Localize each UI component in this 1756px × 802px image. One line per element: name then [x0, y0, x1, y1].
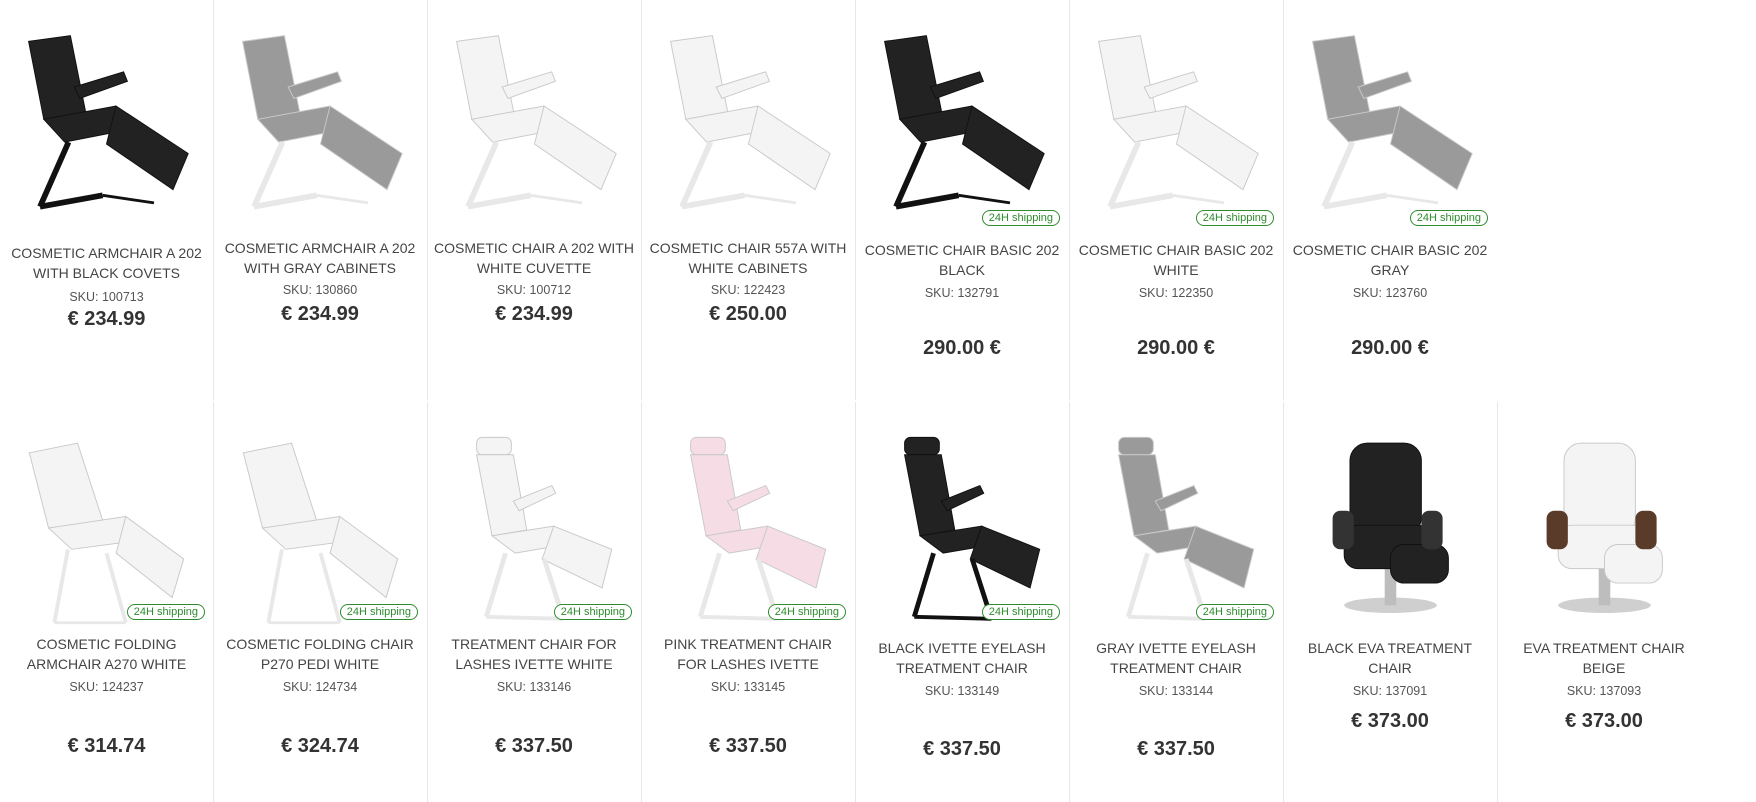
product-card[interactable]: COSMETIC CHAIR A 202 WITH WHITE CUVETTE S…: [427, 0, 640, 400]
product-name[interactable]: COSMETIC FOLDING ARMCHAIR A270 WHITE: [6, 634, 207, 674]
product-price: 290.00 €: [1351, 337, 1429, 359]
product-sku: SKU: 130860: [282, 283, 358, 297]
product-image[interactable]: [652, 430, 845, 630]
product-name[interactable]: BLACK EVA TREATMENT CHAIR: [1290, 638, 1490, 678]
product-card[interactable]: COSMETIC CHAIR 557A WITH WHITE CABINETS S…: [641, 0, 854, 400]
product-price: € 234.99: [281, 303, 359, 325]
product-price: € 234.99: [67, 308, 146, 330]
product-sku: SKU: 132791: [924, 286, 1000, 300]
product-name[interactable]: COSMETIC CHAIR BASIC 202 WHITE: [1076, 240, 1276, 280]
product-name[interactable]: GRAY IVETTE EYELASH TREATMENT CHAIR: [1076, 638, 1276, 678]
product-grid: COSMETIC ARMCHAIR A 202 WITH BLACK COVET…: [0, 0, 1756, 802]
product-card[interactable]: 24H shipping GRAY IVETTE EYELASH TREATMEN…: [1069, 402, 1282, 802]
product-card[interactable]: 24H shipping PINK TREATMENT CHAIR FOR LAS…: [641, 402, 854, 802]
product-name[interactable]: TREATMENT CHAIR FOR LASHES IVETTE WHITE: [434, 634, 634, 674]
product-card[interactable]: BLACK EVA TREATMENT CHAIR SKU: 137091 € 37…: [1283, 402, 1496, 802]
product-image[interactable]: [224, 430, 417, 630]
shipping-badge: 24H shipping: [767, 604, 846, 620]
product-price: € 337.50: [923, 738, 1001, 760]
product-sku: SKU: 100712: [496, 283, 572, 297]
shipping-badge: 24H shipping: [1195, 210, 1274, 226]
product-sku: SKU: 100713: [69, 290, 144, 304]
product-sku: SKU: 122423: [710, 283, 786, 297]
product-card[interactable]: 24H shipping TREATMENT CHAIR FOR LASHES I…: [427, 402, 640, 802]
product-image[interactable]: [1080, 430, 1273, 630]
product-name[interactable]: EVA TREATMENT CHAIR BEIGE: [1504, 638, 1704, 678]
product-price: € 234.99: [495, 303, 573, 325]
shipping-badge: 24H shipping: [981, 604, 1060, 620]
product-name[interactable]: COSMETIC FOLDING CHAIR P270 PEDI WHITE: [220, 634, 420, 674]
product-image[interactable]: [1294, 30, 1487, 220]
product-image[interactable]: [1508, 430, 1701, 630]
product-card[interactable]: 24H shipping COSMETIC FOLDING ARMCHAIR A2…: [0, 402, 213, 802]
product-name[interactable]: COSMETIC ARMCHAIR A 202 WITH GRAY CABINE…: [220, 238, 420, 278]
product-image[interactable]: [652, 30, 845, 220]
product-image[interactable]: [866, 30, 1059, 220]
product-card[interactable]: COSMETIC ARMCHAIR A 202 WITH BLACK COVET…: [0, 0, 213, 400]
product-sku: SKU: 133145: [710, 680, 786, 694]
shipping-badge: 24H shipping: [553, 604, 632, 620]
shipping-badge: 24H shipping: [339, 604, 418, 620]
shipping-badge: 24H shipping: [126, 604, 205, 620]
product-sku: SKU: 133149: [924, 684, 1000, 698]
product-image[interactable]: [866, 430, 1059, 630]
product-price: € 314.74: [67, 735, 146, 757]
product-image[interactable]: [438, 430, 631, 630]
product-sku: SKU: 133144: [1138, 684, 1214, 698]
product-image[interactable]: [224, 30, 417, 220]
product-name[interactable]: PINK TREATMENT CHAIR FOR LASHES IVETTE: [648, 634, 848, 674]
product-price: € 337.50: [1137, 738, 1215, 760]
product-name[interactable]: COSMETIC CHAIR BASIC 202 GRAY: [1290, 240, 1490, 280]
product-image[interactable]: [1080, 30, 1273, 220]
product-sku: SKU: 124237: [69, 680, 144, 694]
product-sku: SKU: 123760: [1352, 286, 1428, 300]
product-card[interactable]: 24H shipping COSMETIC CHAIR BASIC 202 WHI…: [1069, 0, 1282, 400]
shipping-badge: 24H shipping: [1409, 210, 1488, 226]
product-price: € 373.00: [1351, 710, 1429, 732]
product-sku: SKU: 137093: [1566, 684, 1642, 698]
product-name[interactable]: BLACK IVETTE EYELASH TREATMENT CHAIR: [862, 638, 1062, 678]
product-card[interactable]: 24H shipping BLACK IVETTE EYELASH TREATME…: [855, 402, 1068, 802]
product-price: € 324.74: [281, 735, 359, 757]
product-price: € 373.00: [1565, 710, 1643, 732]
product-sku: SKU: 122350: [1138, 286, 1214, 300]
product-name[interactable]: COSMETIC CHAIR A 202 WITH WHITE CUVETTE: [434, 238, 634, 278]
product-price: € 337.50: [709, 735, 787, 757]
product-name[interactable]: COSMETIC CHAIR BASIC 202 BLACK: [862, 240, 1062, 280]
shipping-badge: 24H shipping: [1195, 604, 1274, 620]
product-price: € 250.00: [709, 303, 787, 325]
product-sku: SKU: 133146: [496, 680, 572, 694]
product-image[interactable]: [10, 30, 203, 220]
shipping-badge: 24H shipping: [981, 210, 1060, 226]
product-image[interactable]: [10, 430, 203, 630]
product-image[interactable]: [1294, 430, 1487, 630]
product-name[interactable]: COSMETIC CHAIR 557A WITH WHITE CABINETS: [648, 238, 848, 278]
product-card[interactable]: 24H shipping COSMETIC CHAIR BASIC 202 BLA…: [855, 0, 1068, 400]
product-card[interactable]: 24H shipping COSMETIC FOLDING CHAIR P270 …: [213, 402, 426, 802]
product-sku: SKU: 137091: [1352, 684, 1428, 698]
product-price: € 337.50: [495, 735, 573, 757]
product-sku: SKU: 124734: [282, 680, 358, 694]
product-name[interactable]: COSMETIC ARMCHAIR A 202 WITH BLACK COVET…: [6, 243, 207, 283]
product-price: 290.00 €: [923, 337, 1001, 359]
product-card[interactable]: COSMETIC ARMCHAIR A 202 WITH GRAY CABINE…: [213, 0, 426, 400]
product-price: 290.00 €: [1137, 337, 1215, 359]
product-image[interactable]: [438, 30, 631, 220]
product-card[interactable]: EVA TREATMENT CHAIR BEIGE SKU: 137093 € 37…: [1497, 402, 1710, 802]
product-card[interactable]: 24H shipping COSMETIC CHAIR BASIC 202 GRA…: [1283, 0, 1496, 400]
